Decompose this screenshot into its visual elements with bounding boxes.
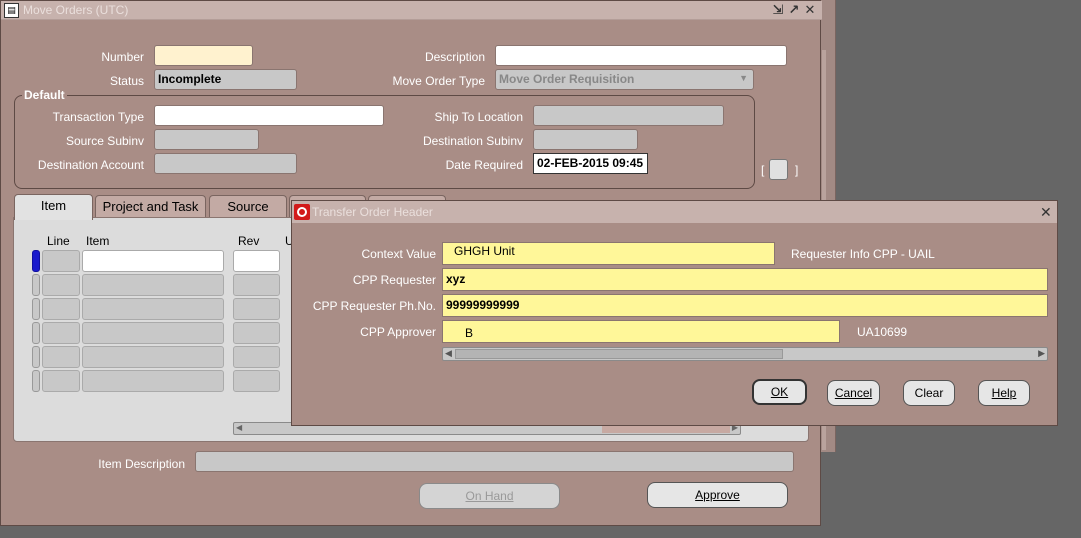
scroll-left-icon[interactable]: ◀ [236,423,242,432]
cpp-requester-label: CPP Requester [352,273,436,287]
clear-button[interactable]: Clear [903,380,955,406]
cpp-requester-phone-label: CPP Requester Ph.No. [312,299,436,313]
bracket-right: ] [795,163,799,177]
transfer-order-header-dialog: Transfer Order Header ✕ Context Value GH… [291,200,1058,426]
transaction-type-field[interactable] [154,105,384,126]
approve-button[interactable]: Approve [647,482,788,508]
move-order-type-select[interactable]: Move Order Requisition ▼ [495,69,754,90]
table-row-rev-cell[interactable] [233,250,280,272]
dialog-close-icon[interactable]: ✕ [1040,204,1052,221]
tab-item[interactable]: Item [14,194,93,220]
status-label: Status [109,74,144,88]
table-row-line-cell[interactable] [42,346,80,368]
dialog-titlebar[interactable]: Transfer Order Header ✕ [292,201,1057,223]
table-row-line-cell[interactable] [42,298,80,320]
source-subinv-label: Source Subinv [65,134,144,148]
tab-project-and-task[interactable]: Project and Task [95,195,206,218]
ok-button[interactable]: OK [752,379,807,405]
minimize-icon[interactable]: ⇲ [771,2,785,18]
source-subinv-field[interactable] [154,129,259,150]
number-field[interactable] [154,45,253,66]
default-group-title: Default [22,88,67,102]
scroll-right-icon[interactable]: ▶ [1038,348,1045,359]
cpp-requester-field[interactable]: xyz [442,268,1048,291]
context-value-label: Context Value [361,247,437,261]
move-order-type-label: Move Order Type [392,74,485,88]
cpp-approver-label: CPP Approver [360,325,436,339]
row-marker[interactable] [32,322,40,344]
on-hand-button[interactable]: On Hand [419,483,560,509]
table-row-item-cell[interactable] [82,298,224,320]
dialog-title: Transfer Order Header [312,205,433,219]
requester-info-text: Requester Info CPP - UAIL [791,247,935,261]
window-titlebar[interactable]: ▤ Move Orders (UTC) ⇲ ↗ ✕ [1,1,822,20]
destination-account-field[interactable] [154,153,297,174]
oracle-icon [294,204,310,220]
chevron-down-icon: ▼ [739,73,748,83]
scroll-left-icon[interactable]: ◀ [445,348,452,359]
cpp-approver-field[interactable]: B [442,320,840,343]
close-icon[interactable]: ✕ [803,2,817,18]
table-row-item-cell[interactable] [82,274,224,296]
status-field: Incomplete [154,69,297,90]
column-header-rev: Rev [238,234,260,248]
tab-source[interactable]: Source [209,195,287,218]
descriptive-flexfield-button[interactable] [769,159,788,180]
date-required-label: Date Required [445,158,523,172]
table-row-rev-cell[interactable] [233,346,280,368]
scroll-thumb[interactable] [455,349,783,359]
description-label: Description [424,50,485,64]
help-button[interactable]: Help [978,380,1030,406]
description-field[interactable] [495,45,787,66]
table-row-item-cell[interactable] [82,250,224,272]
row-marker[interactable] [32,298,40,320]
table-row-rev-cell[interactable] [233,298,280,320]
date-required-field[interactable]: 02-FEB-2015 09:45 [533,153,648,174]
table-row-item-cell[interactable] [82,322,224,344]
row-marker[interactable] [32,346,40,368]
move-order-type-value: Move Order Requisition [499,72,635,86]
ship-to-location-field[interactable] [533,105,724,126]
table-row-line-cell[interactable] [42,274,80,296]
number-label: Number [101,50,144,64]
context-value-field[interactable]: GHGH Unit [442,242,775,265]
row-marker-current[interactable] [32,250,40,272]
table-row-line-cell[interactable] [42,250,80,272]
column-header-line: Line [47,234,70,248]
table-row-item-cell[interactable] [82,346,224,368]
table-row-line-cell[interactable] [42,370,80,392]
destination-account-label: Destination Account [37,158,144,172]
cpp-requester-phone-field[interactable]: 99999999999 [442,294,1048,317]
table-row-rev-cell[interactable] [233,370,280,392]
row-marker[interactable] [32,370,40,392]
item-description-label: Item Description [98,457,185,471]
table-row-line-cell[interactable] [42,322,80,344]
table-row-item-cell[interactable] [82,370,224,392]
column-header-item: Item [86,234,110,248]
cancel-button[interactable]: Cancel [827,380,880,406]
window-title: Move Orders (UTC) [23,3,129,17]
destination-subinv-label: Destination Subinv [422,134,523,148]
transaction-type-label: Transaction Type [52,110,144,124]
table-row-rev-cell[interactable] [233,322,280,344]
form-icon: ▤ [4,3,19,18]
table-row-rev-cell[interactable] [233,274,280,296]
bracket-left: [ [761,163,765,177]
ship-to-location-label: Ship To Location [434,110,523,124]
item-description-field [195,451,794,472]
dialog-horizontal-scrollbar[interactable]: ◀ ▶ [442,347,1048,361]
row-marker[interactable] [32,274,40,296]
cpp-approver-id-text: UA10699 [857,325,908,339]
maximize-icon[interactable]: ↗ [787,2,801,18]
destination-subinv-field[interactable] [533,129,638,150]
